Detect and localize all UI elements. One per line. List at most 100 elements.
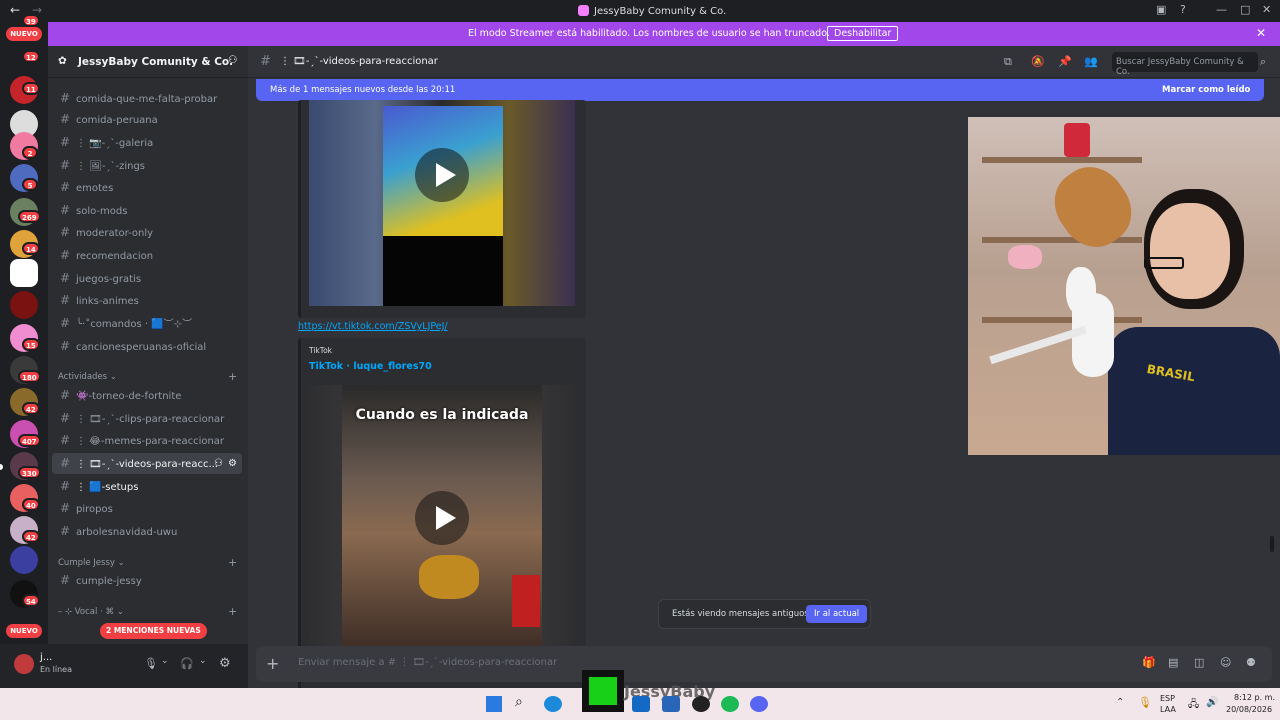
channel-item[interactable]: # comida-peruana: [52, 109, 242, 130]
message-embed: [298, 100, 586, 318]
minimize-icon[interactable]: —: [1216, 3, 1227, 16]
search-icon[interactable]: ⌕: [515, 694, 523, 710]
language-layout[interactable]: LAA: [1160, 705, 1176, 714]
hash-icon: #: [60, 411, 71, 425]
mention-badge: 15: [22, 338, 40, 351]
channel-item[interactable]: # ╰‧˚comandos ‧ 🟦︶⊹︶: [52, 313, 242, 334]
server-icon[interactable]: [10, 259, 38, 287]
embed-author-link[interactable]: TikTok · luque_flores70: [309, 361, 432, 372]
category-vocal[interactable]: – ⊹ Vocal · ⌘ ⌄ +: [58, 605, 237, 618]
channel-item[interactable]: # solo-mods: [52, 200, 242, 221]
notification-bell-icon[interactable]: 🔕: [1031, 55, 1045, 68]
mail-icon[interactable]: [632, 696, 650, 712]
channel-item[interactable]: # juegos-gratis: [52, 268, 242, 289]
user-status: En línea: [40, 665, 73, 674]
invite-people-icon[interactable]: ⚇: [228, 54, 237, 66]
title-bar: ← → JessyBaby Comunity & Co. ▣ ? — □ ✕: [0, 0, 1280, 22]
close-banner-icon[interactable]: ✕: [1256, 26, 1266, 40]
play-icon[interactable]: [415, 148, 469, 202]
spotify-icon[interactable]: [721, 696, 739, 712]
server-header[interactable]: ✿ JessyBaby Comunity & Co. ⌄ ⚇: [48, 46, 248, 78]
add-attachment-icon[interactable]: +: [266, 654, 279, 673]
edge-icon[interactable]: [544, 696, 562, 712]
sticker-icon[interactable]: ◫: [1194, 656, 1204, 669]
channel-item[interactable]: # comida-que-me-falta-probar: [52, 88, 242, 109]
threads-icon[interactable]: ⧉: [1004, 55, 1012, 69]
server-list: NUEVO 39 12 11 2 5 269 14 15 180 42 407 …: [0, 14, 48, 644]
new-unread-pill[interactable]: NUEVO: [6, 27, 42, 41]
channel-item[interactable]: # ⋮ 🟦-setups: [52, 476, 242, 497]
channel-item[interactable]: # ⋮ 🎞-ˏˋ-clips-para-reaccionar: [52, 408, 242, 429]
volume-icon[interactable]: 🔊: [1206, 697, 1218, 708]
new-mentions-pill[interactable]: 2 MENCIONES NUEVAS: [100, 623, 207, 639]
server-icon[interactable]: [10, 546, 38, 574]
apps-icon[interactable]: ⚉: [1246, 656, 1256, 669]
add-channel-icon[interactable]: +: [228, 605, 237, 618]
streamer-mode-banner: El modo Streamer está habilitado. Los no…: [48, 22, 1280, 46]
chevron-down-icon[interactable]: ⌄: [199, 656, 207, 666]
channel-item[interactable]: # cumple-jessy: [52, 570, 242, 591]
channel-item[interactable]: # moderator-only: [52, 222, 242, 243]
invite-icon[interactable]: ⚇: [214, 453, 223, 474]
language-indicator[interactable]: ESP: [1160, 694, 1175, 703]
channel-item[interactable]: # links-animes: [52, 290, 242, 311]
channel-item[interactable]: # ⋮ 🖼-ˏˋ-zings: [52, 155, 242, 176]
server-icon[interactable]: [10, 291, 38, 319]
emoji-icon[interactable]: ☺: [1220, 656, 1231, 669]
category-cumple[interactable]: Cumple Jessy ⌄ +: [58, 556, 237, 569]
hash-icon: #: [60, 271, 71, 285]
add-channel-icon[interactable]: +: [228, 370, 237, 383]
pin-icon[interactable]: 📌: [1058, 55, 1072, 68]
gift-icon[interactable]: 🎁: [1142, 656, 1156, 669]
app-icon[interactable]: [662, 696, 680, 712]
message-input[interactable]: Enviar mensaje a # ⋮ 🎞-ˏˋ-videos-para-re…: [298, 657, 557, 668]
channel-item[interactable]: # 👾-torneo-de-fortnite: [52, 385, 242, 406]
new-messages-bar[interactable]: Más de 1 mensajes nuevos desde las 20:11…: [256, 79, 1264, 101]
gear-icon[interactable]: ⚙: [228, 453, 237, 474]
mark-read-button[interactable]: Marcar como leído: [1162, 85, 1250, 95]
obs-icon[interactable]: [692, 696, 710, 712]
start-icon[interactable]: [486, 696, 502, 712]
search-input[interactable]: Buscar JessyBaby Comunity & Co.: [1112, 52, 1258, 77]
clock-time[interactable]: 8:12 p. m.: [1234, 693, 1275, 702]
add-channel-icon[interactable]: +: [228, 556, 237, 569]
scrollbar-thumb[interactable]: [1270, 536, 1274, 552]
gif-icon[interactable]: ▤: [1168, 656, 1178, 669]
channel-item-selected[interactable]: # ⋮ 🎞-ˏˋ-videos-para-reacc... ⚇ ⚙: [52, 453, 242, 474]
embed-provider: TikTok: [309, 346, 333, 355]
chevron-up-icon[interactable]: ⌃: [1116, 697, 1124, 708]
channel-item[interactable]: # arbolesnavidad-uwu: [52, 521, 242, 542]
clock-date[interactable]: 20/08/2026: [1226, 705, 1272, 714]
channel-item[interactable]: # ⋮ 😂-memes-para-reaccionar: [52, 430, 242, 451]
search-icon[interactable]: ⌕: [1260, 55, 1266, 69]
member-list-icon[interactable]: 👥: [1084, 55, 1098, 68]
channel-item[interactable]: # piropos: [52, 498, 242, 519]
webcam-overlay: BRASIL: [968, 117, 1280, 455]
video-thumbnail[interactable]: [309, 100, 575, 306]
channel-item[interactable]: # recomendacion: [52, 245, 242, 266]
discord-icon[interactable]: [750, 696, 768, 712]
video-frame: [419, 555, 479, 599]
channel-item[interactable]: # emotes: [52, 177, 242, 198]
disable-streamer-button[interactable]: Deshabilitar: [827, 26, 899, 41]
network-icon[interactable]: 🖧: [1188, 697, 1199, 714]
message-link[interactable]: https://vt.tiktok.com/ZSVyLJPeJ/: [298, 321, 448, 332]
close-window-icon[interactable]: ✕: [1262, 3, 1271, 16]
microphone-tray-icon[interactable]: 🎙: [1138, 696, 1152, 709]
settings-icon[interactable]: ⚙: [219, 656, 231, 671]
microphone-icon[interactable]: 🎙: [144, 657, 158, 670]
channel-item[interactable]: # cancionesperuanas-oficial: [52, 336, 242, 357]
avatar[interactable]: [14, 654, 34, 674]
maximize-icon[interactable]: □: [1240, 3, 1250, 16]
headphones-icon[interactable]: 🎧: [180, 657, 194, 670]
inbox-icon[interactable]: ▣: [1156, 3, 1166, 16]
channel-item[interactable]: # ⋮ 📷-ˏˋ-galeria: [52, 132, 242, 153]
video-thumbnail[interactable]: Cuando es la indicada: [309, 385, 575, 655]
jump-to-present-button[interactable]: Ir al actual: [806, 605, 868, 623]
help-icon[interactable]: ?: [1180, 3, 1186, 16]
play-icon[interactable]: [415, 491, 469, 545]
chevron-down-icon[interactable]: ⌄: [161, 656, 169, 666]
user-panel: j... En línea 🎙 ⌄ 🎧 ⌄ ⚙: [0, 644, 248, 688]
category-actividades[interactable]: Actividades ⌄ +: [58, 370, 237, 383]
new-unread-pill[interactable]: NUEVO: [6, 624, 42, 638]
